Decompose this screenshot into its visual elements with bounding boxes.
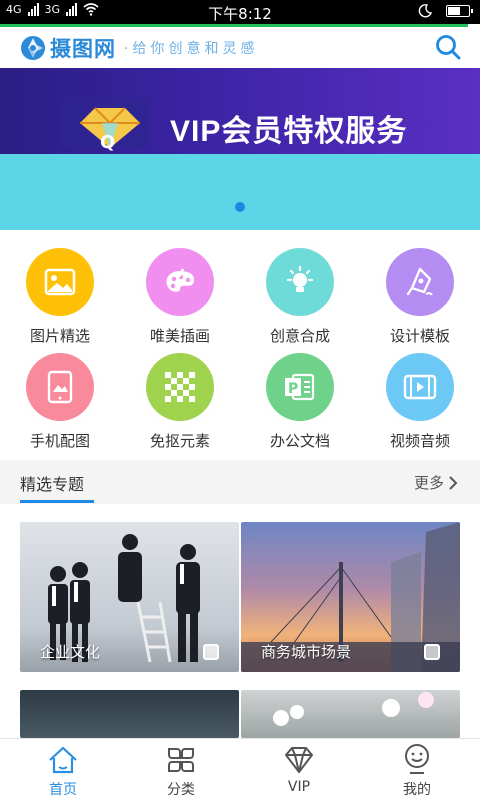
app-header: 摄图网 ·给你创意和灵感 (0, 27, 480, 68)
tab-home[interactable]: 首页 (3, 739, 123, 801)
card-caption: 企业文化 (40, 643, 101, 661)
category-circle (146, 353, 214, 421)
category-label: 唯美插画 (149, 327, 210, 345)
category-circle (266, 248, 334, 316)
search-icon (436, 35, 461, 60)
tab-label: 首页 (49, 782, 77, 798)
tab-label: VIP (287, 779, 311, 795)
category-cutout[interactable]: 免抠元素 (120, 353, 240, 451)
profile-icon (405, 744, 429, 774)
category-label: 手机配图 (29, 432, 90, 450)
category-circle (386, 353, 454, 421)
logo[interactable]: 摄图网 ·给你创意和灵感 (20, 33, 258, 63)
category-creative[interactable]: 创意合成 (240, 248, 360, 346)
category-illustration[interactable]: 唯美插画 (120, 248, 240, 346)
category-circle (26, 353, 94, 421)
checker-icon (165, 372, 195, 402)
moon-icon (418, 4, 432, 18)
status-right (418, 4, 473, 18)
carousel-dot[interactable] (235, 202, 245, 212)
category-label: 创意合成 (269, 327, 330, 345)
status-time: 下午8:12 (208, 5, 272, 23)
bottom-tab-bar: 首页 分类 VIP 我的 (0, 738, 480, 800)
category-circle (386, 248, 454, 316)
collection-icon (203, 644, 219, 660)
diamond-crown-icon: Q (60, 98, 150, 153)
bulb-icon (286, 266, 314, 292)
collection-icon (424, 644, 440, 660)
banner-top: Q VIP会员特权服务 (0, 68, 480, 154)
topic-card[interactable] (20, 690, 239, 738)
brand-name: 摄图网 (50, 36, 116, 61)
palette-icon (166, 268, 195, 292)
pen-icon (406, 267, 433, 296)
diamond-icon (285, 747, 313, 773)
category-circle (146, 248, 214, 316)
category-icon (168, 748, 194, 772)
battery-icon (446, 5, 473, 17)
topic-card[interactable]: 企业文化 (20, 522, 239, 672)
category-templates[interactable]: 设计模板 (360, 248, 480, 346)
category-label: 设计模板 (389, 327, 450, 345)
blossom-image (273, 692, 434, 726)
tab-vip[interactable]: VIP (239, 739, 359, 801)
camera-shutter-icon (21, 36, 45, 60)
category-circle: P (266, 353, 334, 421)
section-title: 精选专题 (20, 475, 85, 494)
tab-label: 我的 (403, 782, 431, 798)
category-video[interactable]: 视频音频 (360, 353, 480, 451)
more-link[interactable]: 更多 (414, 472, 458, 493)
category-label: 图片精选 (29, 327, 90, 345)
ppt-icon: P (285, 373, 315, 401)
video-icon (403, 374, 437, 400)
topic-card[interactable]: 商务城市场景 (241, 522, 460, 672)
picture-icon (44, 268, 76, 296)
section-underline (20, 500, 94, 503)
category-circle (26, 248, 94, 316)
category-label: 视频音频 (389, 432, 450, 450)
tab-label: 分类 (167, 782, 195, 798)
status-bar: 4G 3G 下午8:12 (0, 0, 480, 24)
topic-card[interactable] (241, 690, 460, 738)
more-label: 更多 (413, 474, 444, 492)
category-phone[interactable]: 手机配图 (0, 353, 120, 451)
featured-section-header: 精选专题 更多 (0, 460, 480, 504)
card-caption: 商务城市场景 (261, 643, 352, 661)
chevron-right-icon (449, 475, 458, 490)
svg-text:Q: Q (100, 132, 115, 153)
category-label: 办公文档 (269, 432, 330, 450)
category-label: 免抠元素 (149, 432, 210, 450)
category-office[interactable]: P 办公文档 (240, 353, 360, 451)
search-button[interactable] (434, 33, 462, 61)
tab-category[interactable]: 分类 (121, 739, 241, 801)
svg-text:P: P (288, 381, 298, 397)
tab-profile[interactable]: 我的 (357, 739, 477, 801)
banner-title: VIP会员特权服务 (170, 115, 408, 148)
home-icon (49, 746, 77, 774)
brand-slogan: ·给你创意和灵感 (124, 41, 259, 57)
phone-picture-icon (47, 370, 73, 404)
category-pictures[interactable]: 图片精选 (0, 248, 120, 346)
